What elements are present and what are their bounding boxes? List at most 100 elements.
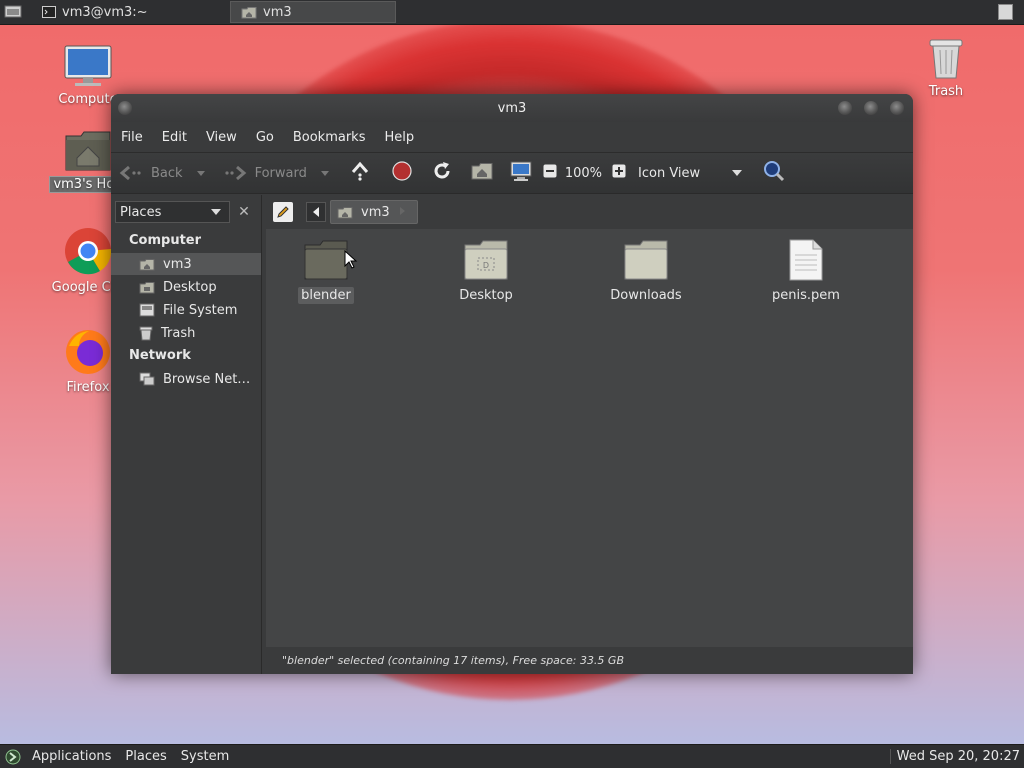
terminal-icon — [42, 6, 56, 18]
window-menu-button[interactable] — [118, 101, 132, 115]
task-label: vm3 — [263, 4, 292, 20]
zoom-out-button[interactable] — [543, 164, 557, 182]
view-mode-label: Icon View — [638, 165, 701, 181]
view-mode-select[interactable]: Icon View — [638, 165, 743, 181]
folder-icon — [304, 240, 348, 280]
pencil-icon — [277, 206, 289, 218]
svg-text:D: D — [483, 261, 489, 270]
desktop-folder-icon: D — [464, 240, 508, 280]
sidebar-item-vm3[interactable]: vm3 — [111, 253, 261, 275]
zoom-in-button[interactable] — [612, 164, 626, 182]
back-button[interactable]: Back — [119, 164, 183, 182]
window-title: vm3 — [497, 100, 527, 116]
menu-view[interactable]: View — [206, 130, 237, 145]
search-icon — [764, 161, 785, 182]
file-view: blender D Desktop Downloads penis.pem — [266, 229, 913, 647]
trash-icon — [929, 39, 963, 79]
menu-edit[interactable]: Edit — [162, 130, 187, 145]
path-scroll-left-button[interactable] — [306, 202, 326, 222]
sidebar-item-desktop[interactable]: Desktop — [111, 276, 261, 298]
zoom-level[interactable]: 100% — [565, 166, 602, 181]
bottom-panel: Applications Places System Wed Sep 20, 2… — [0, 744, 1024, 768]
forward-button[interactable]: Forward — [223, 164, 307, 182]
minimize-button[interactable] — [838, 101, 852, 115]
sidebar-item-label: Desktop — [163, 279, 217, 295]
desktop-icon-label: Trash — [928, 84, 964, 99]
forward-label: Forward — [254, 165, 307, 181]
taskbar-terminal[interactable]: vm3@vm3:~ — [32, 1, 202, 23]
window-titlebar[interactable]: vm3 — [111, 94, 913, 122]
file-item[interactable]: blender — [266, 239, 386, 304]
file-label: Desktop — [459, 288, 513, 303]
reload-button[interactable] — [431, 160, 453, 186]
workspace-switcher[interactable] — [986, 0, 1024, 25]
location-bar: vm3 — [111, 195, 913, 229]
back-label: Back — [151, 165, 183, 181]
file-label: Downloads — [610, 288, 682, 303]
sidebar-item-label: Browse Net… — [163, 371, 251, 387]
menu-bookmarks[interactable]: Bookmarks — [293, 130, 366, 145]
sidebar-item-label: vm3 — [163, 256, 192, 272]
toggle-location-entry-button[interactable] — [273, 202, 293, 222]
desktop-icon-label: Firefox — [66, 380, 110, 395]
menu-help[interactable]: Help — [384, 130, 414, 145]
menu-applications[interactable]: Applications — [26, 749, 119, 764]
sidebar-item-trash[interactable]: Trash — [111, 322, 261, 344]
trash-icon — [139, 326, 153, 340]
maximize-button[interactable] — [864, 101, 878, 115]
search-button[interactable] — [762, 159, 786, 187]
show-desktop-icon — [4, 5, 22, 18]
path-scroll-right-button[interactable] — [400, 207, 405, 215]
top-panel: vm3@vm3:~ vm3 — [0, 0, 1024, 25]
file-label: blender — [298, 287, 354, 304]
workspace-1[interactable] — [997, 4, 1013, 20]
stop-button[interactable] — [391, 160, 413, 186]
back-history-dropdown[interactable] — [196, 170, 205, 176]
desktop-folder-icon — [139, 281, 155, 293]
chevron-down-icon — [732, 170, 743, 176]
file-item[interactable]: penis.pem — [746, 239, 866, 304]
sidebar-item-label: File System — [163, 302, 238, 318]
up-arrow-icon — [351, 161, 368, 181]
file-item[interactable]: D Desktop — [426, 239, 546, 304]
taskbar-file-manager[interactable]: vm3 — [230, 1, 396, 23]
menu-system[interactable]: System — [175, 749, 237, 764]
sidebar-item-file-system[interactable]: File System — [111, 299, 261, 321]
folder-icon — [624, 240, 668, 280]
status-text: "blender" selected (containing 17 items)… — [282, 654, 624, 667]
main-menu-button[interactable] — [0, 745, 26, 768]
home-folder-icon — [337, 206, 353, 218]
up-button[interactable] — [349, 161, 371, 185]
file-item[interactable]: Downloads — [586, 239, 706, 304]
home-button[interactable] — [471, 162, 493, 184]
menu-file[interactable]: File — [121, 130, 143, 145]
computer-icon — [64, 45, 112, 86]
back-arrow-icon — [119, 165, 141, 181]
sidebar-heading-computer: Computer — [129, 233, 202, 248]
chevron-left-icon — [313, 207, 319, 217]
show-desktop-button[interactable] — [0, 0, 26, 25]
chrome-icon — [65, 228, 112, 275]
computer-button[interactable] — [509, 160, 533, 186]
status-bar: "blender" selected (containing 17 items)… — [266, 647, 913, 674]
menu-go[interactable]: Go — [256, 130, 274, 145]
close-button[interactable] — [890, 101, 904, 115]
task-label: vm3@vm3:~ — [62, 4, 148, 20]
sidebar-item-label: Trash — [161, 325, 196, 341]
distro-logo-icon — [5, 749, 21, 764]
text-file-icon — [789, 239, 823, 281]
menubar: File Edit View Go Bookmarks Help — [111, 122, 913, 152]
zoom-out-icon — [543, 164, 557, 178]
sidebar: Places ✕ Computer vm3 Desktop File Syste… — [111, 195, 262, 674]
toolbar: Back Forward 100% Icon View — [111, 152, 913, 194]
forward-history-dropdown[interactable] — [320, 170, 329, 176]
network-icon — [139, 372, 155, 386]
sidebar-item-browse-network[interactable]: Browse Net… — [111, 368, 261, 390]
menu-places[interactable]: Places — [119, 749, 174, 764]
clock[interactable]: Wed Sep 20, 20:27 — [889, 749, 1024, 764]
file-label: penis.pem — [772, 288, 840, 303]
sidebar-heading-network: Network — [129, 348, 191, 363]
desktop-icon-trash[interactable]: Trash — [898, 36, 994, 99]
home-folder-icon — [241, 6, 257, 18]
stop-icon — [392, 161, 412, 181]
